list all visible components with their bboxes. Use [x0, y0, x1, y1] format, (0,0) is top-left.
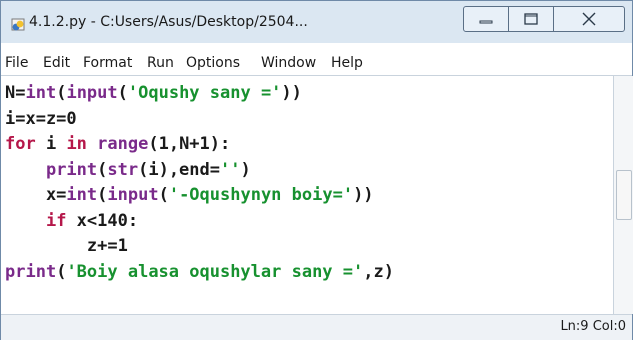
idle-editor-window: 4.1.2.py - C:Users/Asus/Desktop/2504... [0, 0, 633, 340]
code-token: ( [158, 185, 169, 205]
code-token: i=x=z=0 [5, 108, 77, 129]
code-token: for [5, 134, 36, 154]
code-token: '' [220, 159, 241, 180]
code-token: ( [56, 261, 67, 282]
close-button[interactable] [553, 6, 625, 32]
minimize-button[interactable] [463, 6, 509, 32]
code-token: int [66, 185, 98, 205]
code-token: print [45, 159, 98, 180]
code-token: i [35, 134, 67, 154]
vertical-scrollbar[interactable] [613, 76, 633, 314]
menu-window[interactable]: Window [261, 55, 316, 71]
close-icon [582, 12, 596, 26]
code-token: N= [5, 83, 26, 103]
code-token: x<140: [66, 210, 139, 231]
code-line[interactable]: print('Boiy alasa oqushylar sany =',z) [5, 261, 394, 283]
menu-file[interactable]: File [5, 55, 28, 71]
code-token: print [5, 261, 57, 282]
code-token: in [66, 134, 87, 154]
window-title: 4.1.2.py - C:Users/Asus/Desktop/2504... [29, 14, 308, 30]
code-token: (1,N+1): [148, 134, 231, 154]
code-token: if [45, 210, 67, 231]
code-token: ( [97, 185, 108, 205]
code-token: z+=1 [5, 236, 128, 256]
scrollbar-thumb[interactable] [616, 170, 632, 220]
code-line[interactable]: if x<140: [5, 210, 138, 232]
code-token: int [25, 83, 57, 103]
code-token: input [66, 83, 118, 103]
menu-bar: File Edit Format Run Options Window Help [1, 53, 632, 76]
code-line[interactable]: N=int(input('Oqushy sany =')) [5, 82, 302, 104]
menu-format[interactable]: Format [83, 55, 132, 71]
code-line[interactable]: print(str(i),end='') [5, 159, 251, 181]
code-token: 'Oqushy sany =' [127, 83, 282, 103]
code-token: '-Oqushynyn boiy=' [168, 185, 354, 205]
minimize-icon [479, 20, 493, 24]
code-token: x= [5, 185, 67, 205]
cursor-position: Ln:9 Col:0 [560, 319, 626, 334]
code-token: (i),end= [138, 159, 220, 180]
code-token: ) [240, 159, 251, 180]
code-editor[interactable]: N=int(input('Oqushy sany =')) i=x=z=0 for … [1, 76, 613, 314]
code-token: ( [97, 159, 108, 180]
code-token: )) [281, 83, 302, 103]
maximize-button[interactable] [508, 6, 554, 32]
menu-help[interactable]: Help [331, 55, 363, 71]
code-token: ,z) [363, 261, 394, 282]
python-file-icon [11, 17, 27, 31]
maximize-icon [524, 13, 538, 25]
code-line[interactable]: z+=1 [5, 235, 128, 257]
code-line[interactable]: x=int(input('-Oqushynyn boiy=')) [5, 184, 374, 206]
menu-options[interactable]: Options [186, 55, 240, 71]
menu-run[interactable]: Run [147, 55, 174, 71]
code-token: input [107, 185, 159, 205]
title-bar[interactable]: 4.1.2.py - C:Users/Asus/Desktop/2504... [1, 1, 632, 43]
code-token: ( [117, 83, 128, 103]
code-token: range [97, 134, 149, 154]
code-line[interactable]: i=x=z=0 [5, 108, 77, 130]
code-token: ( [56, 83, 67, 103]
status-bar: Ln:9 Col:0 [1, 314, 632, 340]
code-token: str [107, 159, 139, 180]
code-token: )) [353, 185, 374, 205]
window-controls [463, 6, 625, 32]
code-token: 'Boiy alasa oqushylar sany =' [66, 261, 364, 282]
code-line[interactable]: for i in range(1,N+1): [5, 133, 230, 155]
menu-edit[interactable]: Edit [43, 55, 70, 71]
